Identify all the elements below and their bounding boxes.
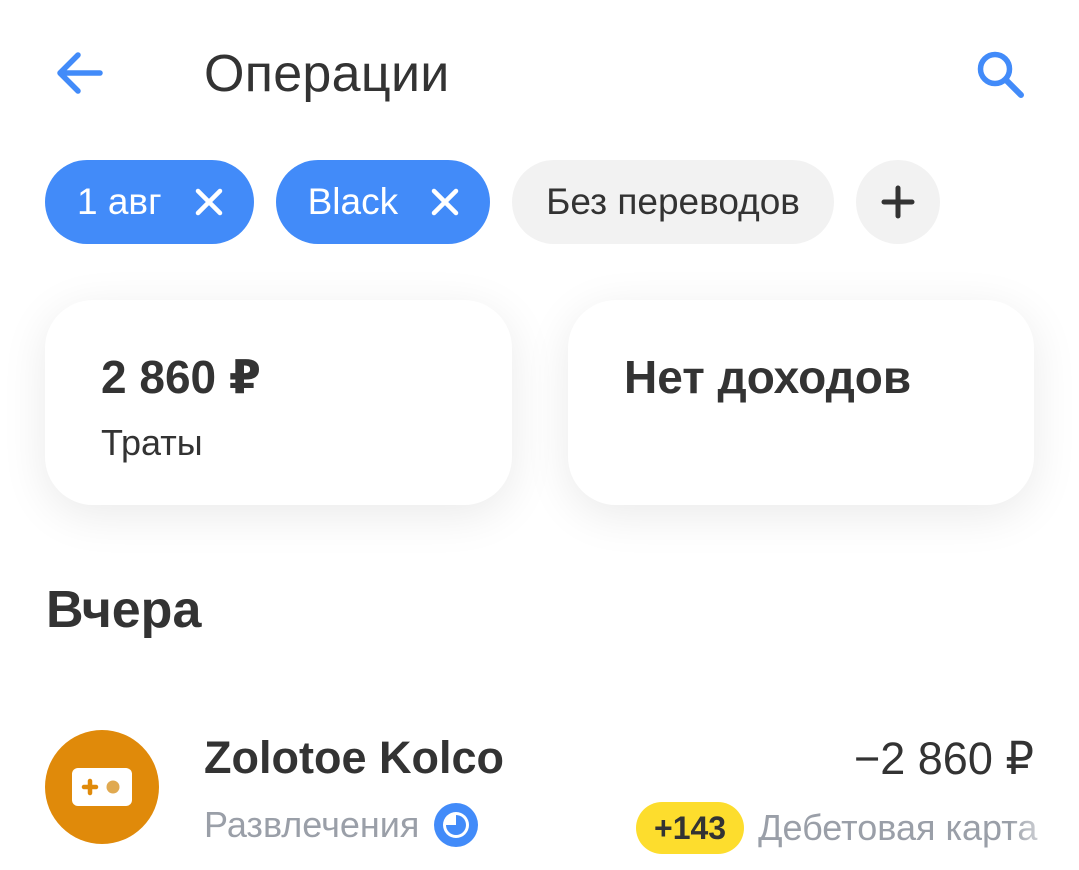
operations-screen: Операции 1 авг Black Без переводов 2 860… — [0, 0, 1079, 870]
spend-amount: 2 860 ₽ — [101, 351, 261, 403]
operation-amount: −2 860 ₽ — [853, 733, 1034, 784]
text-fade — [1009, 798, 1079, 858]
gamepad-icon — [72, 768, 132, 806]
search-icon — [977, 51, 1024, 98]
spend-caption: Траты — [101, 422, 203, 463]
plus-icon — [881, 185, 915, 219]
income-amount: Нет доходов — [624, 351, 912, 403]
arrow-left-icon — [57, 52, 103, 94]
filter-chips: 1 авг Black Без переводов — [45, 160, 940, 244]
filter-chip-label: 1 авг — [77, 181, 162, 222]
filter-chip-date[interactable]: 1 авг — [45, 160, 254, 244]
cashback-badge: +143 — [636, 802, 745, 854]
operation-row[interactable]: Zolotoe Kolco Развлечения −2 860 ₽ +143 … — [0, 710, 1079, 870]
budget-pie-icon — [433, 802, 479, 848]
category-avatar — [45, 730, 159, 844]
operation-category-label: Развлечения — [204, 804, 420, 845]
filter-chip-label: Без переводов — [546, 181, 800, 222]
operation-merchant: Zolotoe Kolco — [204, 732, 504, 783]
search-button[interactable] — [966, 40, 1034, 108]
close-icon[interactable] — [192, 185, 226, 219]
income-summary-card[interactable]: Нет доходов — [568, 300, 1034, 505]
date-section-title: Вчера — [46, 581, 202, 639]
operation-meta: +143 Дебетовая карта — [636, 798, 1079, 858]
operation-account: Дебетовая карта — [758, 807, 1038, 848]
spend-summary-card[interactable]: 2 860 ₽ Траты — [45, 300, 512, 505]
filter-chip-label: Black — [307, 181, 399, 222]
filter-chip-no-transfers[interactable]: Без переводов — [512, 160, 834, 244]
close-icon[interactable] — [428, 185, 462, 219]
add-filter-button[interactable] — [855, 160, 940, 244]
back-button[interactable] — [50, 44, 108, 102]
operation-category: Развлечения — [204, 802, 479, 848]
page-title: Операции — [204, 45, 450, 103]
filter-chip-card[interactable]: Black — [275, 160, 491, 244]
